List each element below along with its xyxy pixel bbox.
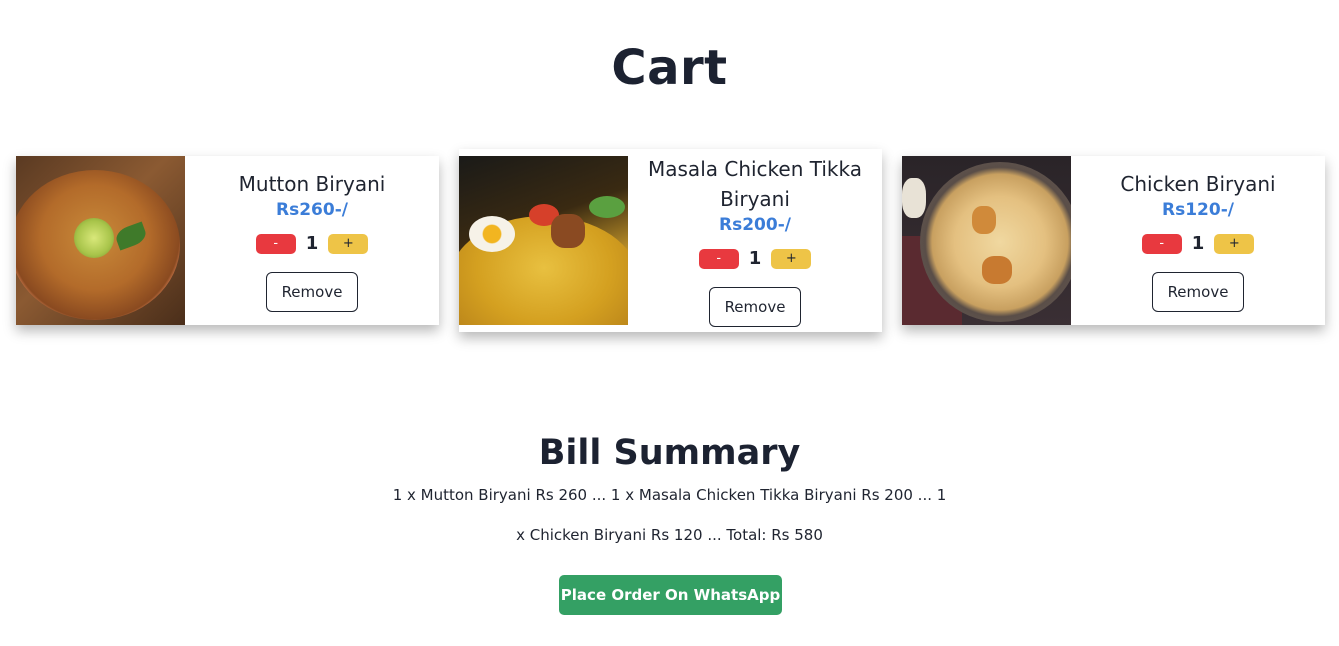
- item-name: Chicken Biryani: [1120, 172, 1276, 196]
- increase-quantity-button[interactable]: +: [328, 233, 369, 254]
- item-name: Mutton Biryani: [238, 172, 386, 196]
- cart-item-info: Masala Chicken Tikka Biryani Rs200-/ - 1…: [628, 149, 882, 332]
- masala-chicken-tikka-biryani-image: [459, 156, 628, 325]
- chicken-biryani-image: [902, 156, 1071, 325]
- quantity-value: 1: [305, 233, 319, 254]
- remove-button[interactable]: Remove: [1152, 272, 1244, 312]
- item-price: Rs200-/: [719, 215, 791, 235]
- quantity-stepper: - 1 +: [698, 248, 812, 269]
- bill-summary-line: 1 x Mutton Biryani Rs 260 ... 1 x Masala…: [392, 486, 947, 504]
- cart-item-card: Mutton Biryani Rs260-/ - 1 + Remove: [16, 156, 439, 325]
- remove-button[interactable]: Remove: [266, 272, 358, 312]
- cart-item-card: Chicken Biryani Rs120-/ - 1 + Remove: [902, 156, 1325, 325]
- decrease-quantity-button[interactable]: -: [698, 248, 739, 269]
- mutton-biryani-image: [16, 156, 185, 325]
- quantity-stepper: - 1 +: [255, 233, 369, 254]
- increase-quantity-button[interactable]: +: [1214, 233, 1255, 254]
- quantity-value: 1: [1191, 233, 1205, 254]
- bill-summary-title: Bill Summary: [538, 433, 801, 473]
- remove-button[interactable]: Remove: [709, 287, 801, 327]
- cart-item-info: Mutton Biryani Rs260-/ - 1 + Remove: [185, 156, 439, 325]
- decrease-quantity-button[interactable]: -: [1141, 233, 1182, 254]
- quantity-stepper: - 1 +: [1141, 233, 1255, 254]
- place-order-whatsapp-button[interactable]: Place Order On WhatsApp: [559, 575, 782, 615]
- quantity-value: 1: [748, 248, 762, 269]
- decrease-quantity-button[interactable]: -: [255, 233, 296, 254]
- page-title: Cart: [611, 40, 728, 96]
- item-name: Masala Chicken Tikka Biryani: [648, 157, 862, 211]
- increase-quantity-button[interactable]: +: [771, 248, 812, 269]
- item-price: Rs260-/: [276, 200, 348, 220]
- cart-item-info: Chicken Biryani Rs120-/ - 1 + Remove: [1071, 156, 1325, 325]
- bill-summary-line: x Chicken Biryani Rs 120 ... Total: Rs 5…: [516, 526, 823, 544]
- item-price: Rs120-/: [1162, 200, 1234, 220]
- cart-item-card: Masala Chicken Tikka Biryani Rs200-/ - 1…: [459, 149, 882, 332]
